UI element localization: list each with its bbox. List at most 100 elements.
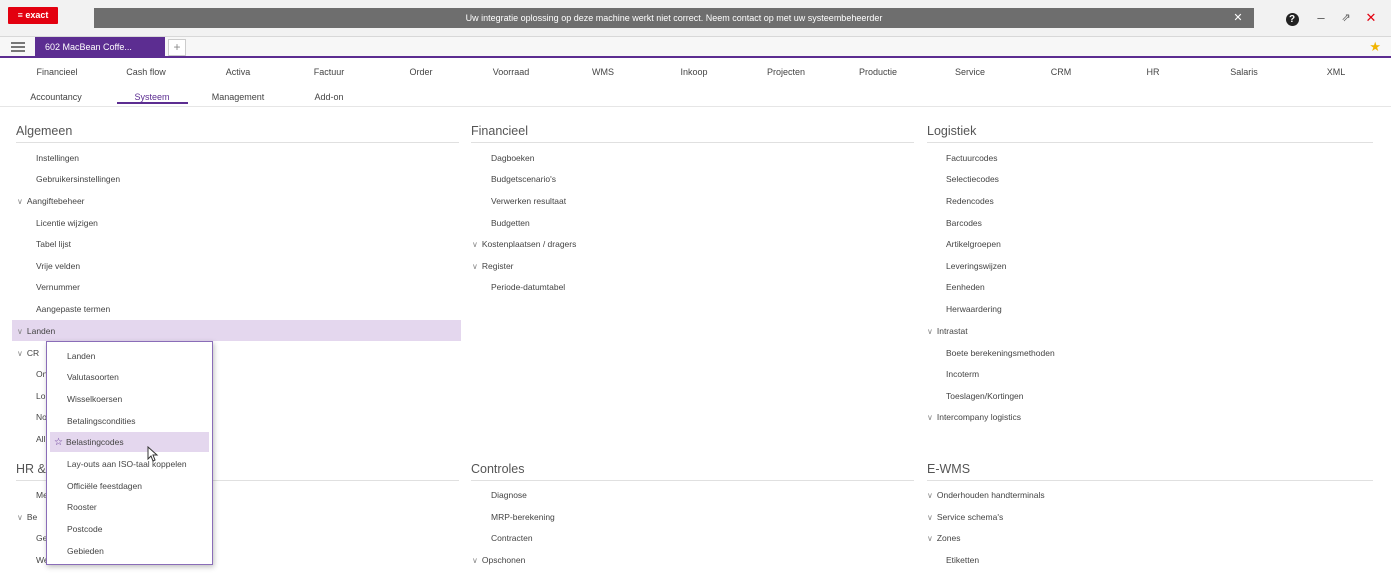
link-kostenplaatsen-dragers[interactable]: ∨ Kostenplaatsen / dragers <box>472 237 576 252</box>
link-etiketten[interactable]: Etiketten <box>942 553 979 568</box>
link-redencodes[interactable]: Redencodes <box>942 194 994 209</box>
menu-cash-flow[interactable]: Cash flow <box>126 63 166 81</box>
link-opschonen[interactable]: ∨ Opschonen <box>472 553 525 568</box>
menu-salaris[interactable]: Salaris <box>1230 63 1258 81</box>
link-hr-obscured-2[interactable]: ∨ Be <box>17 510 37 525</box>
tab-bar: 602 MacBean Coffe... + ★ <box>0 37 1391 58</box>
chevron-down-icon: ∨ <box>17 513 23 522</box>
link-verwerken-resultaat[interactable]: Verwerken resultaat <box>487 194 566 209</box>
link-obscured-3[interactable]: No <box>32 410 47 425</box>
favorites-star-icon[interactable]: ★ <box>1369 39 1381 55</box>
dropdown-item-landen[interactable]: Landen <box>50 346 209 366</box>
link-budgetscenarios[interactable]: Budgetscenario's <box>487 172 556 187</box>
link-periode-datumtabel[interactable]: Periode-datumtabel <box>487 280 565 295</box>
dropdown-item-wisselkoersen[interactable]: Wisselkoersen <box>50 389 209 409</box>
chevron-down-icon: ∨ <box>927 491 933 500</box>
link-contracten[interactable]: Contracten <box>487 531 533 546</box>
menu-productie[interactable]: Productie <box>859 63 897 81</box>
dropdown-item-postcode[interactable]: Postcode <box>50 519 209 539</box>
link-obscured-4[interactable]: All <box>32 432 45 447</box>
link-tabel-lijst[interactable]: Tabel lijst <box>32 237 71 252</box>
menu-inkoop[interactable]: Inkoop <box>680 63 707 81</box>
dropdown-item-valutasoorten[interactable]: Valutasoorten <box>50 367 209 387</box>
link-dagboeken[interactable]: Dagboeken <box>487 151 534 166</box>
chevron-down-icon: ∨ <box>927 327 933 336</box>
link-register[interactable]: ∨ Register <box>472 259 514 274</box>
link-boete-berekeningsmethoden[interactable]: Boete berekeningsmethoden <box>942 346 1055 361</box>
dropdown-item-rooster[interactable]: Rooster <box>50 497 209 517</box>
menu-add-on[interactable]: Add-on <box>314 88 343 106</box>
link-diagnose[interactable]: Diagnose <box>487 488 527 503</box>
menu-factuur[interactable]: Factuur <box>314 63 345 81</box>
help-icon: ? <box>1285 13 1299 26</box>
chevron-down-icon: ∨ <box>927 534 933 543</box>
link-intrastat[interactable]: ∨ Intrastat <box>927 324 968 339</box>
menu-crm[interactable]: CRM <box>1051 63 1072 81</box>
chevron-down-icon: ∨ <box>472 262 478 271</box>
menu-service[interactable]: Service <box>955 63 985 81</box>
link-factuurcodes[interactable]: Factuurcodes <box>942 151 998 166</box>
link-licentie-wijzigen[interactable]: Licentie wijzigen <box>32 216 98 231</box>
link-barcodes[interactable]: Barcodes <box>942 216 982 231</box>
menu-activa[interactable]: Activa <box>226 63 251 81</box>
link-herwaardering[interactable]: Herwaardering <box>942 302 1002 317</box>
link-toeslagen-kortingen[interactable]: Toeslagen/Kortingen <box>942 389 1024 404</box>
banner-close-icon[interactable]: ✕ <box>1232 12 1244 24</box>
link-landen-group[interactable]: ∨ Landen <box>17 324 55 339</box>
section-rule <box>927 142 1373 143</box>
menu-projecten[interactable]: Projecten <box>767 63 805 81</box>
link-service-schemas[interactable]: ∨ Service schema's <box>927 510 1003 525</box>
chevron-down-icon: ∨ <box>927 513 933 522</box>
selected-row-highlight <box>12 320 461 341</box>
link-incoterm[interactable]: Incoterm <box>942 367 979 382</box>
hamburger-menu-icon[interactable] <box>10 40 26 54</box>
add-tab-button[interactable]: + <box>168 39 186 56</box>
close-window-icon[interactable]: ✕ <box>1364 9 1378 27</box>
dropdown-item-gebieden[interactable]: Gebieden <box>50 541 209 561</box>
section-title-logistiek: Logistiek <box>927 124 977 138</box>
dropdown-item-officiele-feestdagen[interactable]: Officiële feestdagen <box>50 476 209 496</box>
title-bar: ≡ exact Uw integratie oplossing op deze … <box>0 0 1391 37</box>
link-budgetten[interactable]: Budgetten <box>487 216 530 231</box>
link-onderhouden-handterminals[interactable]: ∨ Onderhouden handterminals <box>927 488 1045 503</box>
link-leveringswijzen[interactable]: Leveringswijzen <box>942 259 1006 274</box>
landen-dropdown-menu: Landen Valutasoorten Wisselkoersen Betal… <box>46 341 213 565</box>
link-aangepaste-termen[interactable]: Aangepaste termen <box>32 302 110 317</box>
link-crm-group[interactable]: ∨ CR <box>17 346 39 361</box>
link-aangiftebeheer[interactable]: ∨ Aangiftebeheer <box>17 194 85 209</box>
link-vernummer[interactable]: Vernummer <box>32 280 80 295</box>
link-mrp-berekening[interactable]: MRP-berekening <box>487 510 555 525</box>
exact-logo[interactable]: ≡ exact <box>8 7 58 24</box>
link-instellingen[interactable]: Instellingen <box>32 151 79 166</box>
section-title-financieel: Financieel <box>471 124 528 138</box>
menu-order[interactable]: Order <box>409 63 432 81</box>
menu-financieel[interactable]: Financieel <box>36 63 77 81</box>
link-selectiecodes[interactable]: Selectiecodes <box>942 172 999 187</box>
dropdown-item-betalingscondities[interactable]: Betalingscondities <box>50 411 209 431</box>
menu-voorraad[interactable]: Voorraad <box>493 63 530 81</box>
help-button[interactable]: ? <box>1284 9 1300 27</box>
star-outline-icon[interactable]: ☆ <box>54 437 63 448</box>
dropdown-item-belastingcodes[interactable]: ☆ Belastingcodes <box>50 432 209 452</box>
link-intercompany-logistics[interactable]: ∨ Intercompany logistics <box>927 410 1021 425</box>
menu-xml[interactable]: XML <box>1327 63 1346 81</box>
menu-divider <box>0 106 1391 107</box>
menu-wms[interactable]: WMS <box>592 63 614 81</box>
menu-hr[interactable]: HR <box>1147 63 1160 81</box>
link-obscured-2[interactable]: Lo <box>32 389 45 404</box>
chevron-down-icon: ∨ <box>472 240 478 249</box>
link-artikelgroepen[interactable]: Artikelgroepen <box>942 237 1001 252</box>
restore-icon[interactable]: ⇗ <box>1339 9 1353 27</box>
dropdown-item-layouts-iso-taal[interactable]: Lay-outs aan ISO-taal koppelen <box>50 454 209 474</box>
section-title-ewms: E-WMS <box>927 462 971 476</box>
link-zones[interactable]: ∨ Zones <box>927 531 960 546</box>
link-eenheden[interactable]: Eenheden <box>942 280 985 295</box>
tab-company[interactable]: 602 MacBean Coffe... <box>35 37 165 58</box>
section-rule <box>471 480 914 481</box>
menu-accountancy[interactable]: Accountancy <box>30 88 82 106</box>
menu-management[interactable]: Management <box>212 88 265 106</box>
minimize-icon[interactable]: – <box>1314 9 1328 27</box>
chevron-down-icon: ∨ <box>927 413 933 422</box>
link-vrije-velden[interactable]: Vrije velden <box>32 259 80 274</box>
link-gebruikersinstellingen[interactable]: Gebruikersinstellingen <box>32 172 120 187</box>
